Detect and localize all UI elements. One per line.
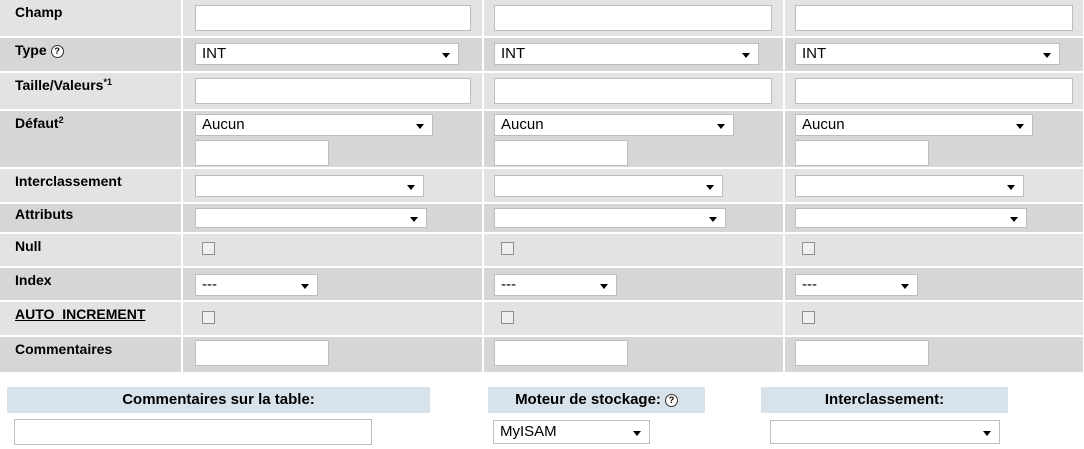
type-select-2[interactable]: INT	[494, 43, 759, 65]
auto-increment-cell-3	[785, 302, 1083, 335]
comments-cell-1	[183, 337, 482, 372]
default-cell-2: Aucun	[484, 111, 783, 167]
comments-cell-3	[785, 337, 1083, 372]
collation-select-2[interactable]	[494, 175, 723, 197]
default-value-input-3[interactable]	[795, 140, 929, 166]
chevron-down-icon	[633, 431, 641, 436]
null-checkbox-3[interactable]	[802, 242, 815, 255]
field-name-input-1[interactable]	[195, 5, 471, 31]
null-checkbox-1[interactable]	[202, 242, 215, 255]
chevron-down-icon	[1007, 185, 1015, 190]
row-label-index: Index	[0, 268, 181, 300]
chevron-down-icon	[301, 284, 309, 289]
chevron-down-icon	[709, 217, 717, 222]
attributes-cell-3	[785, 204, 1083, 232]
type-select-3[interactable]: INT	[795, 43, 1060, 65]
comments-input-2[interactable]	[494, 340, 628, 366]
index-select-2[interactable]: ---	[494, 274, 617, 296]
default-select-3[interactable]: Aucun	[795, 114, 1033, 136]
comments-input-3[interactable]	[795, 340, 929, 366]
default-value-input-1[interactable]	[195, 140, 329, 166]
table-collation-select[interactable]	[770, 420, 1000, 444]
default-value-input-2[interactable]	[494, 140, 628, 166]
type-select-1[interactable]: INT	[195, 43, 459, 65]
auto-increment-checkbox-1[interactable]	[202, 311, 215, 324]
comments-input-1[interactable]	[195, 340, 329, 366]
auto-increment-cell-2	[484, 302, 783, 335]
chevron-down-icon	[442, 53, 450, 58]
collation-select-1[interactable]	[195, 175, 424, 197]
chevron-down-icon	[706, 185, 714, 190]
collation-select-3[interactable]	[795, 175, 1024, 197]
index-cell-2: ---	[484, 268, 783, 300]
help-icon[interactable]: ?	[50, 45, 64, 58]
length-cell-2	[484, 73, 783, 109]
collation-cell-2	[484, 169, 783, 202]
chevron-down-icon	[410, 217, 418, 222]
row-label-taille: Taille/Valeurs*1	[0, 73, 181, 109]
default-cell-3: Aucun	[785, 111, 1083, 167]
chevron-down-icon	[600, 284, 608, 289]
type-cell-2: INT	[484, 38, 783, 71]
default-select-1[interactable]: Aucun	[195, 114, 433, 136]
length-input-1[interactable]	[195, 78, 471, 104]
row-label-attributs: Attributs	[0, 204, 181, 232]
storage-engine-select[interactable]: MyISAM	[493, 420, 650, 444]
row-label-commentaires: Commentaires	[0, 337, 181, 372]
field-definition-table: Champ Type? INT INT INT Taille/Valeurs*1…	[0, 0, 1084, 372]
field-name-cell-1	[183, 0, 482, 36]
chevron-down-icon	[416, 124, 424, 129]
chevron-down-icon	[742, 53, 750, 58]
default-cell-1: Aucun	[183, 111, 482, 167]
collation-cell-3	[785, 169, 1083, 202]
length-input-2[interactable]	[494, 78, 772, 104]
field-name-cell-2	[484, 0, 783, 36]
index-select-3[interactable]: ---	[795, 274, 918, 296]
null-cell-1	[183, 234, 482, 266]
collation-header: Interclassement:	[761, 387, 1008, 413]
length-cell-3	[785, 73, 1083, 109]
row-label-null: Null	[0, 234, 181, 266]
chevron-down-icon	[1010, 217, 1018, 222]
chevron-down-icon	[901, 284, 909, 289]
row-label-auto-increment[interactable]: AUTO_INCREMENT	[0, 302, 181, 335]
chevron-down-icon	[1016, 124, 1024, 129]
row-label-interclassement: Interclassement	[0, 169, 181, 202]
attributes-select-3[interactable]	[795, 208, 1027, 228]
row-label-champ: Champ	[0, 0, 181, 36]
collation-cell-1	[183, 169, 482, 202]
index-cell-3: ---	[785, 268, 1083, 300]
index-select-1[interactable]: ---	[195, 274, 318, 296]
auto-increment-cell-1	[183, 302, 482, 335]
chevron-down-icon	[717, 124, 725, 129]
null-cell-2	[484, 234, 783, 266]
index-cell-1: ---	[183, 268, 482, 300]
chevron-down-icon	[983, 431, 991, 436]
field-name-input-3[interactable]	[795, 5, 1073, 31]
table-comments-input[interactable]	[14, 419, 372, 445]
attributes-select-1[interactable]	[195, 208, 427, 228]
attributes-select-2[interactable]	[494, 208, 726, 228]
length-input-3[interactable]	[795, 78, 1073, 104]
chevron-down-icon	[407, 185, 415, 190]
table-comments-header: Commentaires sur la table:	[7, 387, 430, 413]
row-label-defaut: Défaut2	[0, 111, 181, 167]
auto-increment-checkbox-3[interactable]	[802, 311, 815, 324]
default-select-2[interactable]: Aucun	[494, 114, 734, 136]
attributes-cell-1	[183, 204, 482, 232]
help-icon[interactable]: ?	[664, 394, 678, 407]
type-cell-3: INT	[785, 38, 1083, 71]
chevron-down-icon	[1043, 53, 1051, 58]
comments-cell-2	[484, 337, 783, 372]
attributes-cell-2	[484, 204, 783, 232]
field-name-input-2[interactable]	[494, 5, 772, 31]
null-cell-3	[785, 234, 1083, 266]
field-name-cell-3	[785, 0, 1083, 36]
null-checkbox-2[interactable]	[501, 242, 514, 255]
storage-engine-header: Moteur de stockage:?	[488, 387, 705, 413]
row-label-type: Type?	[0, 38, 181, 71]
length-cell-1	[183, 73, 482, 109]
type-cell-1: INT	[183, 38, 482, 71]
auto-increment-checkbox-2[interactable]	[501, 311, 514, 324]
